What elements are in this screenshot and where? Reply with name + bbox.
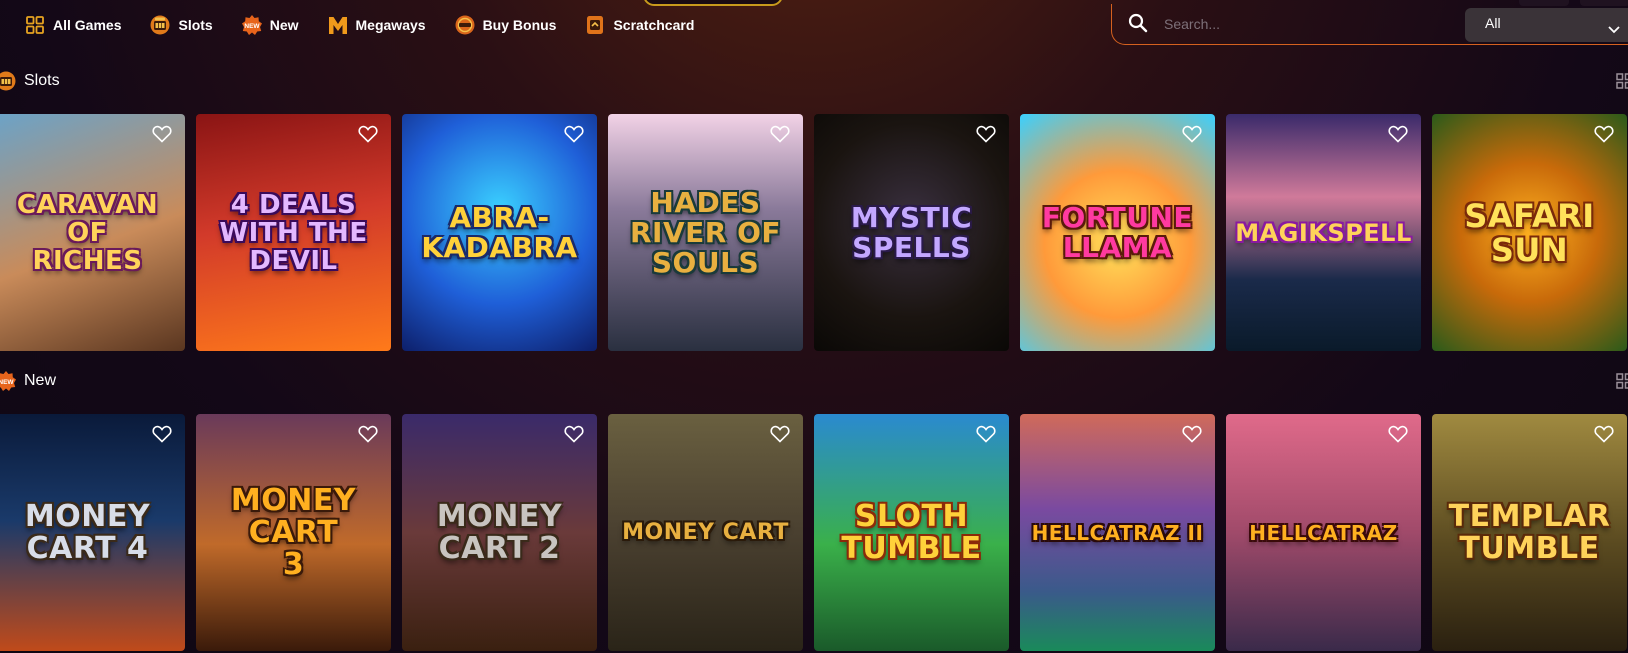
game-title: Money Cart 2: [436, 498, 563, 566]
game-title: Fortune Llama: [1041, 200, 1194, 264]
scratchcard-icon: [584, 14, 606, 36]
svg-text:NEW: NEW: [244, 23, 260, 30]
game-tile[interactable]: Money Cart 2: [402, 414, 597, 651]
favorite-heart-icon[interactable]: [1388, 425, 1408, 443]
nav-item-megaways[interactable]: Megaways: [327, 12, 426, 38]
nav-item-slots[interactable]: Slots: [149, 12, 213, 38]
grid-icon: [24, 14, 46, 36]
category-nav: All Games Slots NEW New Megaways Buy Bon…: [24, 12, 722, 38]
favorite-heart-icon[interactable]: [1594, 425, 1614, 443]
favorite-heart-icon[interactable]: [976, 125, 996, 143]
game-tile[interactable]: Money Cart: [608, 414, 803, 651]
new-badge-icon: NEW: [0, 370, 18, 392]
game-tile[interactable]: Caravan of Riches: [0, 114, 185, 351]
game-tile[interactable]: Hellcatraz: [1226, 414, 1421, 651]
search-input[interactable]: [1164, 13, 1464, 35]
favorite-heart-icon[interactable]: [564, 125, 584, 143]
search-icon[interactable]: [1128, 13, 1150, 35]
game-tile[interactable]: Fortune Llama: [1020, 114, 1215, 351]
game-title: Money Cart 4: [24, 498, 151, 566]
nav-item-label: Slots: [178, 17, 213, 33]
nav-item-label: All Games: [53, 17, 122, 33]
favorite-heart-icon[interactable]: [770, 125, 790, 143]
section-header-new: NEW New: [0, 370, 56, 392]
game-tile[interactable]: MagikSpell: [1226, 114, 1421, 351]
favorite-heart-icon[interactable]: [564, 425, 584, 443]
game-title: Safari Sun: [1464, 196, 1595, 269]
chevron-down-icon: [1608, 21, 1620, 34]
nav-item-label: Scratchcard: [613, 17, 695, 33]
balance-pill[interactable]: [643, 0, 783, 6]
favorite-heart-icon[interactable]: [358, 425, 378, 443]
game-title: Hellcatraz: [1249, 520, 1398, 545]
slot-machine-icon: [149, 14, 171, 36]
new-badge-icon: NEW: [241, 14, 263, 36]
slot-machine-icon: [0, 70, 18, 92]
svg-text:NEW: NEW: [0, 379, 14, 386]
nav-item-label: Buy Bonus: [482, 17, 557, 33]
game-tile[interactable]: Safari Sun: [1432, 114, 1627, 351]
game-title: Money Cart 3: [230, 482, 357, 582]
game-tile[interactable]: 4 Deals with the Devil: [196, 114, 391, 351]
game-tile[interactable]: Hades River of Souls: [608, 114, 803, 351]
favorite-heart-icon[interactable]: [1388, 125, 1408, 143]
game-title: Hellcatraz II: [1031, 520, 1204, 545]
megaways-m-icon: [327, 14, 349, 36]
game-tile[interactable]: Money Cart 3: [196, 414, 391, 651]
favorite-heart-icon[interactable]: [1182, 125, 1202, 143]
section-header-slots: Slots: [0, 70, 60, 92]
game-tile[interactable]: Sloth Tumble: [814, 414, 1009, 651]
favorite-heart-icon[interactable]: [1594, 125, 1614, 143]
favorite-heart-icon[interactable]: [770, 425, 790, 443]
game-title: Templar Tumble: [1448, 498, 1611, 566]
game-title: Money Cart: [622, 519, 789, 545]
favorite-heart-icon[interactable]: [152, 425, 172, 443]
favorite-heart-icon[interactable]: [358, 125, 378, 143]
favorite-heart-icon[interactable]: [152, 125, 172, 143]
game-title: Mystic Spells: [850, 200, 973, 264]
favorite-heart-icon[interactable]: [976, 425, 996, 443]
view-all-grid-icon[interactable]: [1616, 373, 1628, 389]
game-title: Abra- kadabra: [421, 200, 578, 264]
nav-item-all-games[interactable]: All Games: [24, 12, 121, 38]
provider-filter-select[interactable]: All: [1465, 8, 1628, 42]
game-tile[interactable]: Abra- kadabra: [402, 114, 597, 351]
game-title: Caravan of Riches: [16, 189, 159, 276]
top-bar: All Games Slots NEW New Megaways Buy Bon…: [0, 0, 1628, 52]
game-tile[interactable]: Hellcatraz II: [1020, 414, 1215, 651]
nav-item-scratchcard[interactable]: Scratchcard: [584, 12, 694, 38]
section-title: New: [24, 372, 57, 389]
nav-item-new[interactable]: NEW New: [241, 12, 299, 38]
nav-item-buy-bonus[interactable]: Buy Bonus: [454, 12, 557, 38]
nav-item-label: Megaways: [355, 17, 426, 33]
nav-item-label: New: [269, 17, 299, 33]
favorite-heart-icon[interactable]: [1182, 425, 1202, 443]
game-title: MagikSpell: [1235, 218, 1412, 247]
game-title: Sloth Tumble: [841, 498, 982, 566]
game-tile[interactable]: Mystic Spells: [814, 114, 1009, 351]
view-all-grid-icon[interactable]: [1616, 73, 1628, 89]
game-tile[interactable]: Money Cart 4: [0, 414, 185, 651]
game-tile[interactable]: Templar Tumble: [1432, 414, 1627, 651]
bonus-coin-icon: [454, 14, 476, 36]
section-title: Slots: [24, 72, 60, 89]
filter-selected-value: All: [1485, 15, 1501, 31]
game-title: 4 Deals with the Devil: [219, 189, 368, 276]
game-title: Hades River of Souls: [629, 185, 781, 279]
